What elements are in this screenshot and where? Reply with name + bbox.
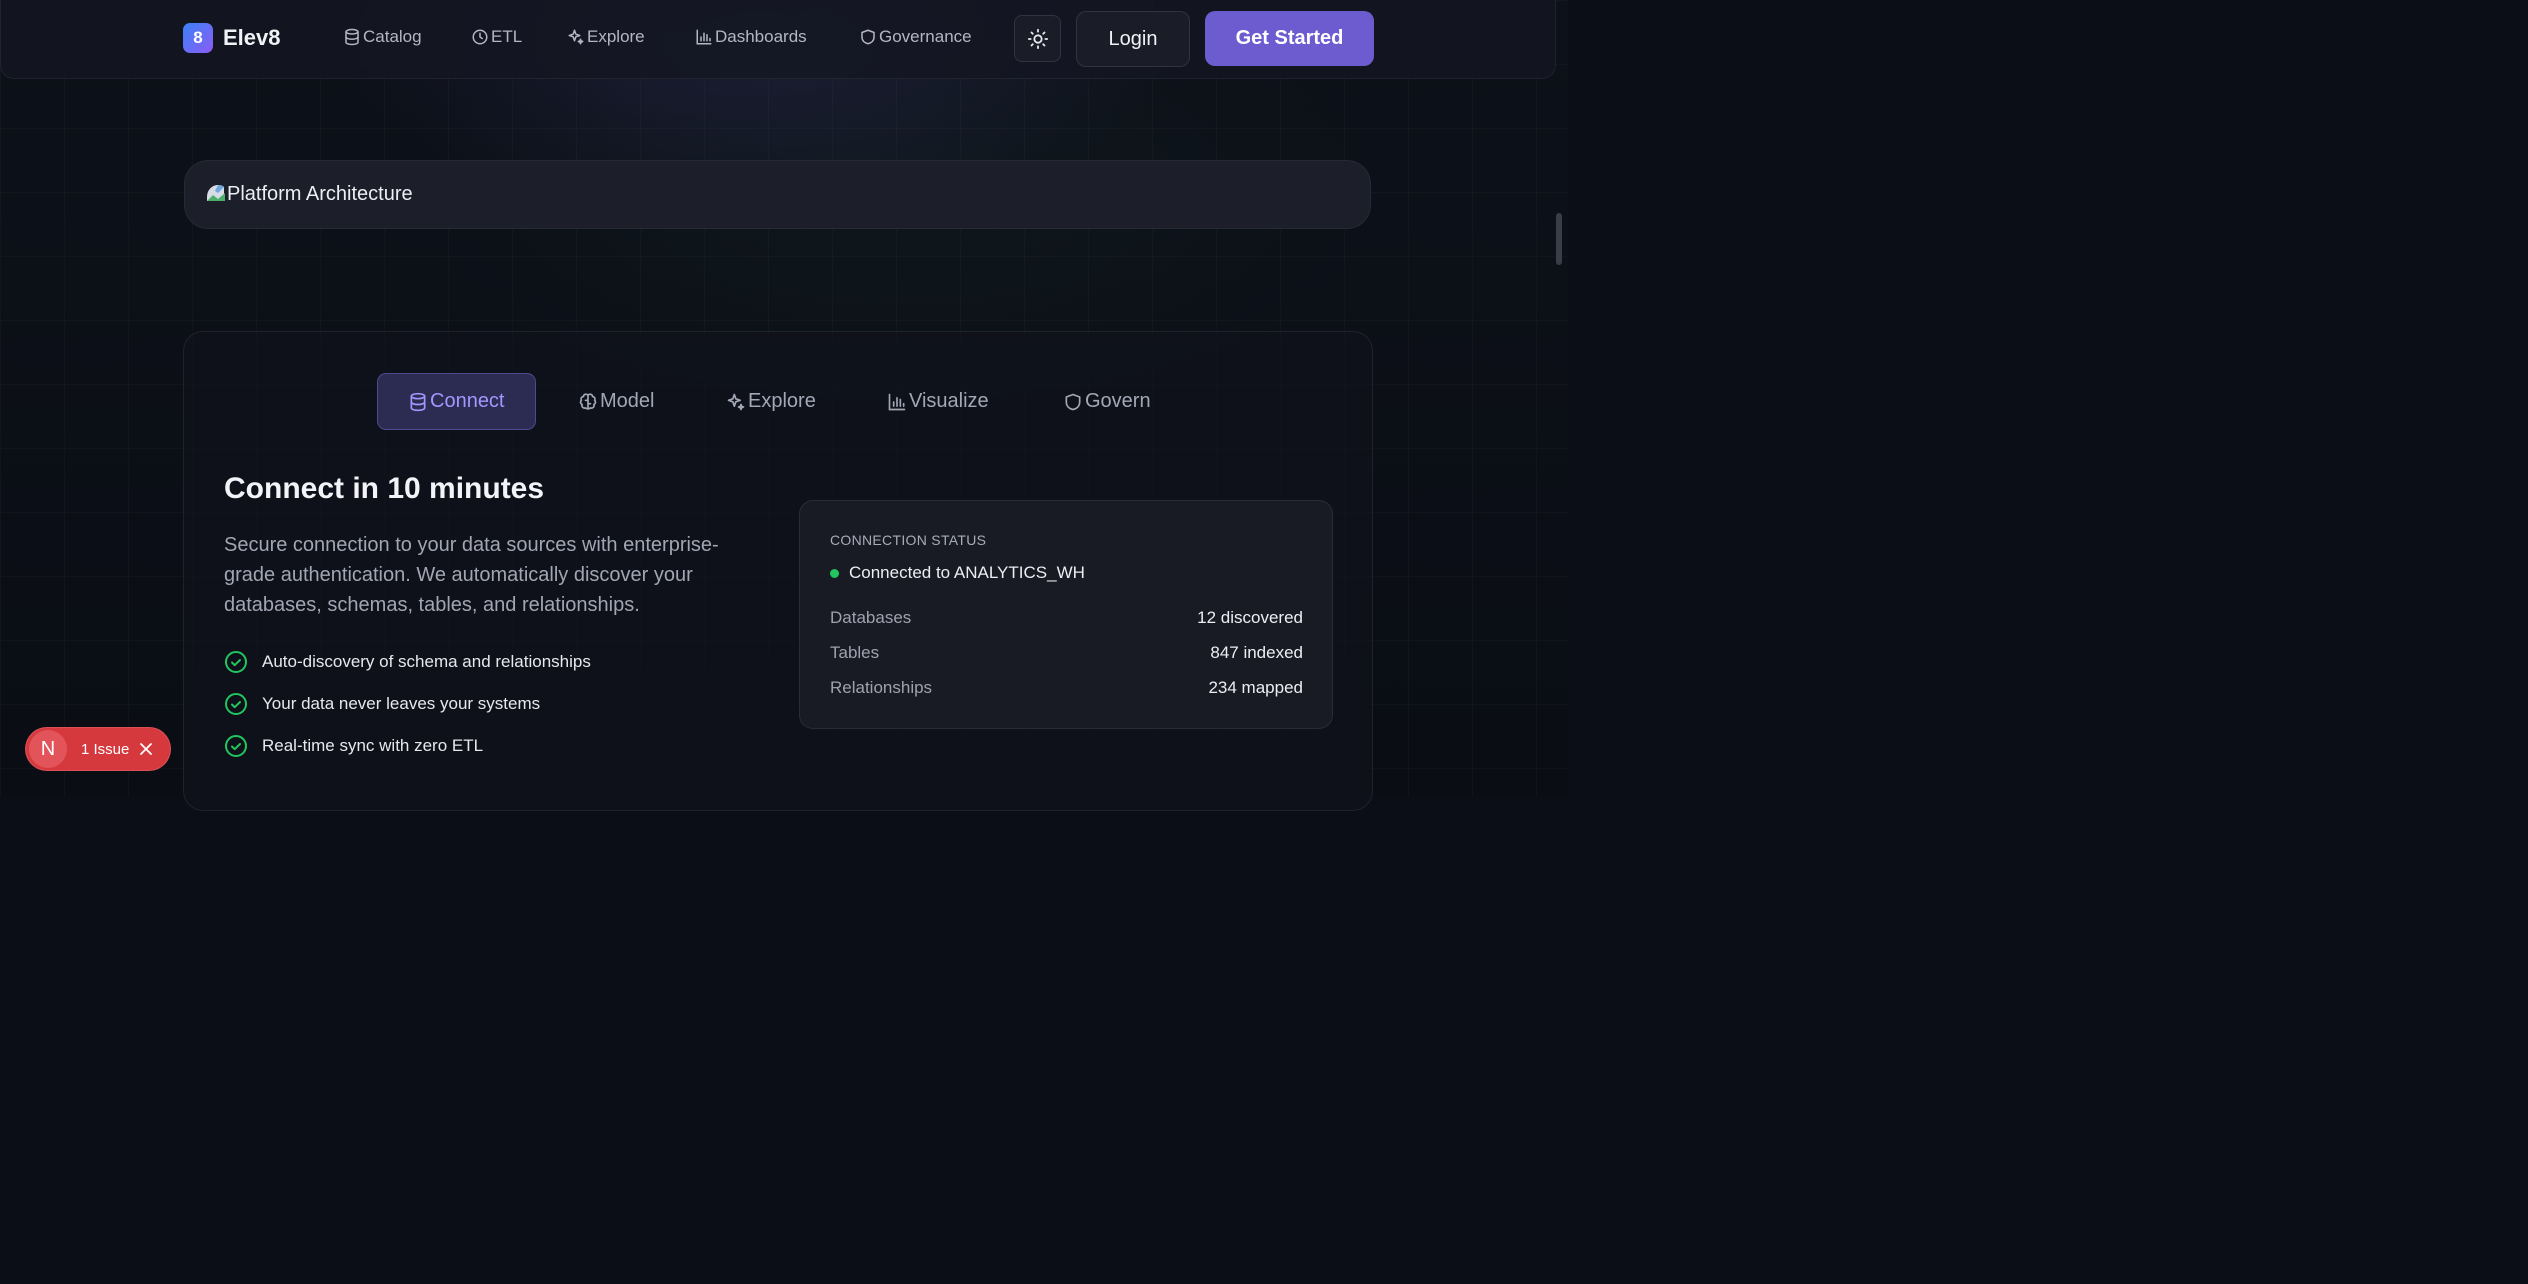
get-started-button[interactable]: Get Started (1205, 11, 1374, 66)
shield-icon (1065, 393, 1081, 410)
check-circle-icon (225, 693, 247, 715)
nav-item-label: Dashboards (715, 27, 807, 46)
section-description: Secure connection to your data sources w… (224, 534, 719, 616)
nextjs-logo-icon: N (29, 730, 67, 768)
sparkles-icon (727, 393, 745, 410)
feature-bullet: Real-time sync with zero ETL (224, 734, 483, 758)
nav-item-explore[interactable]: Explore (567, 27, 645, 47)
feature-text: Your data never leaves your systems (262, 694, 541, 713)
connection-status-card: CONNECTION STATUS Connected to ANALYTICS… (799, 500, 1333, 729)
database-icon (345, 28, 359, 46)
shield-icon (861, 29, 875, 45)
feature-tabs-card: Connect Model Explore Visualize Govern C… (183, 331, 1373, 811)
brand-logo[interactable]: 8 Elev8 (183, 23, 281, 53)
issue-badge[interactable]: N 1 Issue (25, 727, 171, 771)
brand-name: Elev8 (223, 25, 281, 50)
issue-count: 1 Issue (81, 740, 130, 758)
tab-connect[interactable]: Connect (377, 373, 536, 430)
login-button[interactable]: Login (1076, 11, 1190, 67)
nav-item-etl[interactable]: ETL (471, 27, 522, 47)
image-alt-text: Platform Architecture (227, 183, 413, 205)
stat-key: Relationships (830, 678, 933, 697)
nav-item-governance[interactable]: Governance (859, 27, 972, 47)
nav-item-label: Explore (587, 27, 645, 46)
logo-icon: 8 (183, 23, 213, 53)
feature-bullet: Your data never leaves your systems (224, 692, 540, 716)
stat-key: Tables (830, 643, 880, 662)
bar-chart-icon (696, 29, 712, 45)
nav-item-catalog[interactable]: Catalog (343, 27, 422, 47)
database-icon (410, 392, 426, 411)
stat-row-databases: Databases 12 discovered (830, 608, 1303, 628)
sparkles-icon (568, 29, 584, 45)
close-icon[interactable] (139, 742, 153, 756)
stat-row-tables: Tables 847 indexed (830, 643, 1303, 663)
brain-icon (579, 392, 597, 410)
feature-text: Real-time sync with zero ETL (262, 736, 484, 755)
tab-label: Govern (1085, 390, 1151, 412)
feature-bullet: Auto-discovery of schema and relationshi… (224, 650, 591, 674)
feature-text: Auto-discovery of schema and relationshi… (262, 652, 591, 671)
stat-value: 234 mapped (1208, 678, 1303, 697)
status-dot-icon (830, 568, 839, 578)
tab-govern[interactable]: Govern (1063, 373, 1151, 430)
stat-value: 847 indexed (1210, 643, 1303, 662)
theme-toggle-button[interactable] (1014, 15, 1061, 62)
nav-item-label: Catalog (363, 27, 422, 46)
tab-explore[interactable]: Explore (726, 373, 816, 430)
nav-item-label: Governance (879, 27, 972, 46)
platform-architecture-image: Platform Architecture (184, 160, 1371, 229)
section-heading: Connect in 10 minutes (224, 472, 545, 505)
clock-icon (472, 29, 488, 45)
tab-label: Model (600, 390, 655, 412)
scrollbar-thumb[interactable] (1556, 213, 1562, 265)
top-navbar: 8 Elev8 Catalog ETL Explore Dashboards G… (0, 0, 1556, 79)
check-circle-icon (225, 735, 247, 757)
status-label: CONNECTION STATUS (830, 532, 987, 548)
stat-value: 12 discovered (1197, 608, 1303, 627)
broken-image-icon (207, 184, 225, 201)
bar-chart-icon (888, 393, 906, 410)
tab-visualize[interactable]: Visualize (887, 373, 989, 430)
connection-text: Connected to ANALYTICS_WH (849, 563, 1085, 582)
stat-row-relationships: Relationships 234 mapped (830, 678, 1303, 698)
check-circle-icon (225, 651, 247, 673)
tab-label: Visualize (909, 390, 989, 412)
tab-label: Explore (748, 390, 816, 412)
tab-label: Connect (430, 390, 505, 412)
nav-item-dashboards[interactable]: Dashboards (695, 27, 807, 47)
nav-item-label: ETL (491, 27, 523, 46)
connection-indicator: Connected to ANALYTICS_WH (830, 563, 1085, 583)
tab-model[interactable]: Model (578, 373, 654, 430)
stat-key: Databases (830, 608, 912, 627)
sun-icon (1027, 28, 1048, 49)
